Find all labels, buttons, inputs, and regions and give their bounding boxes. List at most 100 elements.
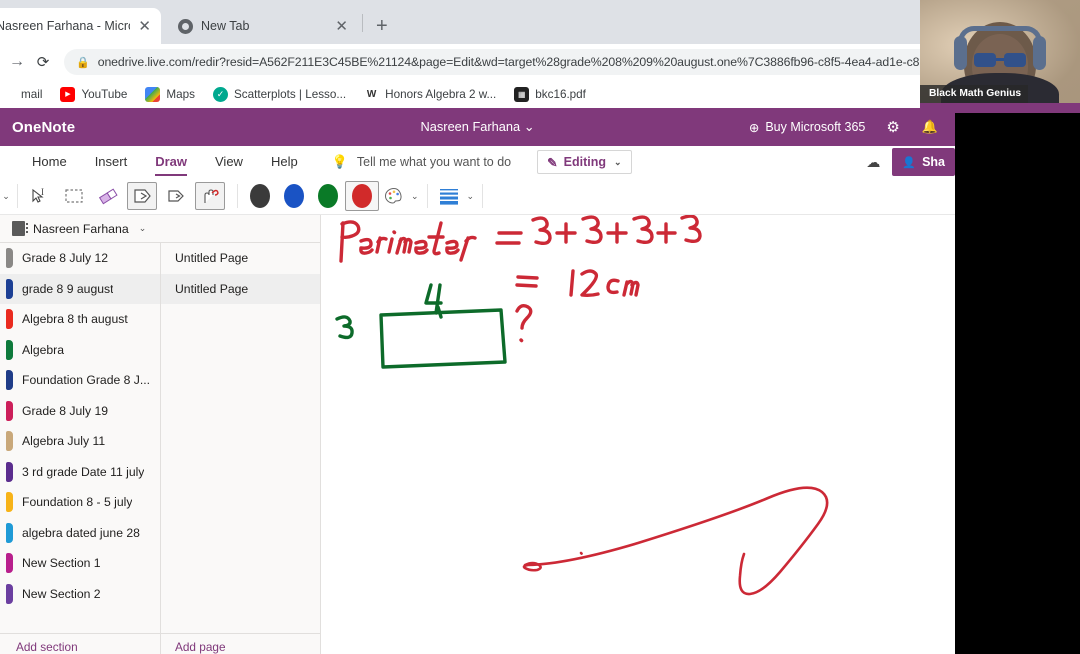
toolbar-divider [17,184,18,208]
webcam-overlay[interactable]: Black Math Genius [920,0,1080,113]
editing-label: Editing [563,155,606,169]
section-color [6,461,13,482]
color-swatch-black[interactable] [250,184,270,208]
section-item-algebra-8-th-august[interactable]: Algebra 8 th august [0,304,160,335]
bell-icon[interactable]: 🔔 [911,119,949,135]
bookmark-label: Honors Algebra 2 w... [385,87,497,101]
section-color [6,370,13,391]
page-list: Untitled Page Untitled Page [161,243,320,633]
color-swatch-red-wrap[interactable] [345,181,379,211]
tell-me-placeholder: Tell me what you want to do [356,155,512,169]
browser-tab-active[interactable]: Nasreen Farhana - Microsoft One ✕ [0,8,161,44]
close-icon[interactable]: ✕ [138,19,151,34]
color-swatch-green[interactable] [318,184,338,208]
new-tab-button[interactable]: + [376,16,388,36]
lasso-select-tool[interactable] [59,182,89,210]
section-item-grade-8-july-12[interactable]: Grade 8 July 12 [0,243,160,274]
section-color [6,248,13,269]
forward-icon[interactable]: → [4,53,30,71]
toolbar-divider [237,184,238,208]
page-item-selected[interactable]: Untitled Page [161,273,320,304]
add-row: Add section Add page [0,633,320,654]
section-label: New Section 2 [22,586,101,601]
page-item[interactable]: Untitled Page [161,243,320,274]
add-page-button[interactable]: Add page [161,634,320,654]
webcam-caption: Black Math Genius [920,85,1029,103]
tab-view[interactable]: View [201,146,257,178]
bookmarks-bar: mail ▶ YouTube Maps ✓ Scatterplots | Les… [0,80,955,108]
bookmark-bkc16[interactable]: ▦ bkc16.pdf [505,86,595,102]
bookmark-maps[interactable]: Maps [136,86,204,102]
glasses-bridge [996,58,1004,61]
buy-label: Buy Microsoft 365 [765,120,866,134]
color-swatch-green-wrap[interactable] [311,181,345,211]
add-section-button[interactable]: Add section [0,634,161,654]
bookmark-youtube[interactable]: ▶ YouTube [51,86,136,102]
section-item-3rd-grade-date-11-july[interactable]: 3 rd grade Date 11 july [0,457,160,488]
notebook-icon [12,221,28,236]
section-item-foundation-8-5-july[interactable]: Foundation 8 - 5 july [0,487,160,518]
person-icon: 👤 [902,156,917,169]
eraser-tool[interactable] [93,182,123,210]
text-select-icon: I [32,187,44,203]
toolbar-divider [426,184,428,208]
thickness-chevron-down-icon[interactable]: ⌄ [467,191,475,202]
tab-home[interactable]: Home [18,146,81,178]
tab-draw[interactable]: Draw [141,146,201,178]
color-swatch-red[interactable] [352,184,372,208]
bookmark-mail[interactable]: mail [0,87,51,102]
ribbon-tabs: Home Insert Draw View Help 💡 Tell me wha… [0,146,955,178]
section-label: Grade 8 July 19 [22,403,109,418]
pen-tool[interactable] [127,182,157,210]
section-color [6,431,13,452]
pdf-icon: ▦ [514,86,530,102]
address-bar[interactable]: 🔒 onedrive.live.com/redir?resid=A562F211… [64,49,935,75]
ink-to-shape-tool[interactable] [195,182,225,210]
tab-help[interactable]: Help [257,146,312,178]
buy-microsoft-365-button[interactable]: ⊕ Buy Microsoft 365 [739,120,876,135]
tell-me-search[interactable]: 💡 Tell me what you want to do [332,154,511,170]
color-swatch-black-wrap[interactable] [243,181,277,211]
toolbar-overflow-caret[interactable]: ⌄ [0,191,12,202]
notebook-name: Nasreen Farhana [33,221,129,236]
lock-icon: 🔒 [76,56,90,69]
note-canvas[interactable] [321,215,955,654]
notebook-header[interactable]: Nasreen Farhana ⌄ [0,215,320,243]
section-item-algebra[interactable]: Algebra [0,335,160,366]
bookmark-honors-algebra[interactable]: W Honors Algebra 2 w... [355,86,505,102]
headphone-left-icon [954,36,967,70]
section-item-algebra-july-11[interactable]: Algebra July 11 [0,426,160,457]
section-item-grade-8-july-19[interactable]: Grade 8 July 19 [0,396,160,427]
pen-thickness-button[interactable] [435,182,463,210]
section-color [6,400,13,421]
color-swatch-blue-wrap[interactable] [277,181,311,211]
section-item-algebra-dated-june-28[interactable]: algebra dated june 28 [0,518,160,549]
youtube-icon: ▶ [60,86,76,102]
bookmark-scatterplots[interactable]: ✓ Scatterplots | Lesso... [204,86,355,102]
tab-insert[interactable]: Insert [81,146,142,178]
section-item-grade-8-9-august[interactable]: grade 8 9 august [0,273,160,304]
browser-tab-newtab[interactable]: New Tab ✕ [168,8,358,44]
text-select-tool[interactable]: I [25,182,55,210]
section-color [6,522,13,543]
section-color [6,339,13,360]
highlighter-tool[interactable] [161,182,191,210]
onenote-body: Nasreen Farhana ⌄ Grade 8 July 12 grade … [0,215,955,654]
section-label: Algebra 8 th august [22,312,128,327]
editing-mode-button[interactable]: ✎ Editing ⌄ [537,150,632,174]
section-item-new-section-2[interactable]: New Section 2 [0,579,160,610]
highlighter-icon [168,190,184,202]
close-icon[interactable]: ✕ [335,19,348,34]
palette-chevron-down-icon[interactable]: ⌄ [411,191,419,202]
color-palette-button[interactable] [381,182,407,210]
reload-icon[interactable]: ⟳ [30,53,56,71]
share-button[interactable]: 👤 Sha [892,148,955,176]
gear-icon[interactable]: ⚙ [875,118,910,136]
eraser-icon [98,188,118,205]
section-item-new-section-1[interactable]: New Section 1 [0,548,160,579]
color-swatch-blue[interactable] [284,184,304,208]
lightbulb-icon: 💡 [331,154,348,169]
chevron-down-icon[interactable]: ⌄ [139,223,147,234]
section-item-foundation-grade-8[interactable]: Foundation Grade 8 J... [0,365,160,396]
header-actions: ⊕ Buy Microsoft 365 ⚙ 🔔 [739,118,955,136]
